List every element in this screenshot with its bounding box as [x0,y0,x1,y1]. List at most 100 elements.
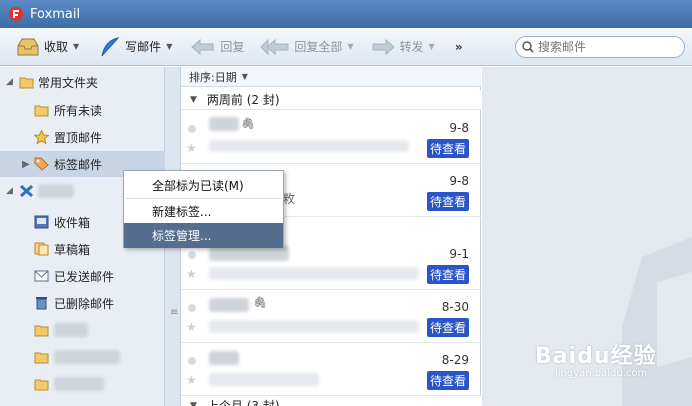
inbox-icon [34,215,49,229]
blurred-folder-name [54,350,120,364]
reply-label: 回复 [220,40,245,54]
expand-down-icon[interactable]: ◢ [6,77,13,87]
compose-label: 写邮件 [125,40,162,54]
tag-badge[interactable]: 待查看 [426,318,469,337]
attachment-icon: 🖇 [241,117,255,130]
unread-dot-icon[interactable] [188,357,196,365]
more-toolbar-button[interactable]: » [449,40,469,54]
sidebar-item-folder[interactable] [0,344,165,370]
mail-date: 9-8 [449,121,469,135]
sidebar-item-sent[interactable]: 已发送邮件 [0,263,165,289]
collapse-triangle-icon[interactable]: ▼ [190,401,197,406]
sidebar-item-folder[interactable] [0,317,165,343]
mail-date: 8-29 [441,353,469,367]
group-header[interactable]: ▼ 上个月 (3 封) [181,396,481,406]
group-label: 上个月 (3 封) [206,399,280,406]
mail-date: 8-30 [441,300,469,314]
unread-dot-icon[interactable] [188,251,196,259]
menu-item-new-tag[interactable]: 新建标签... [124,199,283,224]
unread-dot-icon[interactable] [188,304,196,312]
tag-badge[interactable]: 待查看 [426,139,469,158]
collapse-triangle-icon[interactable]: ▼ [190,95,197,105]
sidebar-item-label: 置顶邮件 [54,130,103,145]
star-icon[interactable]: ★ [186,267,197,281]
search-box[interactable] [515,36,685,58]
tag-badge[interactable]: 待查看 [426,192,469,211]
sidebar-item-label: 收件箱 [54,215,91,230]
tag-badge[interactable]: 待查看 [426,371,469,390]
expand-right-icon[interactable]: ▶ [22,159,30,170]
mail-row[interactable]: ★ 🖇 9-8 待查看 [181,111,481,164]
sidebar-item-deleted[interactable]: 已删除邮件 [0,290,165,316]
sidebar-item-label: 标签邮件 [54,157,103,172]
mail-row[interactable]: ★ 8-29 待查看 [181,343,481,396]
inbox-tray-icon [17,38,39,55]
blurred-folder-name [54,323,88,337]
star-icon[interactable]: ★ [186,141,197,155]
foxmail-logo-icon [9,7,23,21]
forward-button[interactable]: 转发 ▼ [364,32,441,62]
folder-icon [34,379,49,391]
blurred-sender [209,117,239,131]
receive-button[interactable]: 收取 ▼ [10,32,85,62]
attachment-icon: 🖇 [253,296,267,309]
blurred-subject [209,373,319,386]
drafts-icon [34,242,49,256]
watermark-url: jingyan.baidu.com [555,368,648,379]
chevron-down-icon[interactable]: ▼ [347,42,353,51]
sort-bar[interactable]: 排序:日期 ▼ [181,67,481,87]
compose-button[interactable]: 写邮件 ▼ [93,32,178,62]
unread-dot-icon[interactable] [188,125,196,133]
reply-button[interactable]: 回复 [184,32,250,62]
mail-date: 9-1 [449,247,469,261]
star-icon[interactable]: ★ [186,373,197,387]
forward-label: 转发 [399,40,424,54]
reply-all-button[interactable]: 回复全部 ▼ [254,32,359,62]
folder-icon [19,77,34,89]
account-icon [19,184,34,198]
folder-icon [34,352,49,364]
chevron-down-icon[interactable]: ▼ [429,42,435,51]
chevron-down-icon[interactable]: ▼ [166,42,172,51]
trash-icon [36,297,47,310]
sidebar-item-pinned[interactable]: 置顶邮件 [0,124,165,150]
chevron-down-icon[interactable]: ▼ [242,72,248,81]
reply-arrow-icon [191,38,214,55]
search-input[interactable] [538,40,668,54]
baidu-watermark: Baidu经验 jingyan.baidu.com [535,338,657,379]
sidebar-item-label: 常用文件夹 [38,75,99,90]
sent-mail-icon [34,270,49,282]
menu-item-manage-tags[interactable]: 标签管理... [124,223,283,248]
blurred-sender [209,298,249,312]
chevron-down-icon[interactable]: ▼ [73,42,79,51]
sidebar-item-label: 已删除邮件 [54,296,115,311]
sidebar-item-common-folders[interactable]: ◢ 常用文件夹 [0,69,165,95]
toolbar: 收取 ▼ 写邮件 ▼ 回复 回复全部 ▼ 转发 ▼ » [0,28,692,66]
folder-icon [34,325,49,337]
group-header[interactable]: ▼ 两周前 (2 封) [181,90,481,110]
group-label: 两周前 (2 封) [206,93,280,107]
feather-pen-icon [101,36,120,56]
mail-row[interactable]: ★ 🖇 8-30 待查看 [181,290,481,343]
forward-arrow-icon [372,38,395,55]
splitter-grip-icon[interactable]: ≡ [170,307,178,318]
tag-context-menu: 全部标为已读(M) 新建标签... 标签管理... [123,170,284,248]
blurred-subject [209,320,419,333]
expand-down-icon[interactable]: ◢ [6,186,13,196]
sort-label: 排序:日期 [189,70,237,84]
tag-badge[interactable]: 待查看 [426,265,469,284]
blurred-sender [209,351,239,365]
sidebar-item-all-unread[interactable]: 所有未读 [0,97,165,123]
menu-item-mark-all-read[interactable]: 全部标为已读(M) [124,173,283,198]
star-icon[interactable]: ★ [186,320,197,334]
blurred-subject [209,140,409,152]
folder-icon [34,105,49,117]
reply-all-label: 回复全部 [294,40,343,54]
sidebar-item-label: 已发送邮件 [54,269,115,284]
blurred-folder-name [54,377,104,391]
blurred-subject [209,267,419,280]
sidebar-item-label: 草稿箱 [54,242,91,257]
watermark-brand: Baidu经验 [535,344,657,369]
sidebar-item-folder[interactable] [0,371,165,397]
receive-label: 收取 [44,40,69,54]
